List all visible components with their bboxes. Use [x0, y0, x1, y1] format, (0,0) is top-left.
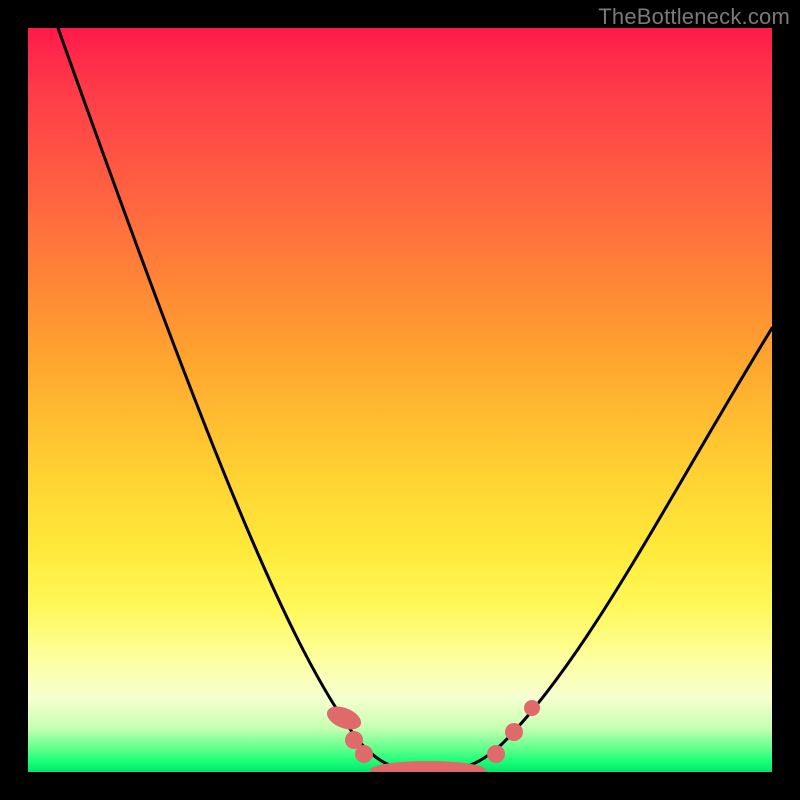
bottleneck-curve-svg [28, 28, 772, 772]
curve-marker [355, 745, 373, 763]
curve-marker [505, 723, 523, 741]
curve-marker [524, 700, 540, 716]
curve-marker [487, 745, 505, 763]
watermark-text: TheBottleneck.com [598, 4, 790, 30]
bottleneck-curve-path [58, 28, 772, 771]
chart-plot-area [28, 28, 772, 772]
curve-marker [324, 702, 365, 734]
curve-markers [324, 700, 540, 772]
